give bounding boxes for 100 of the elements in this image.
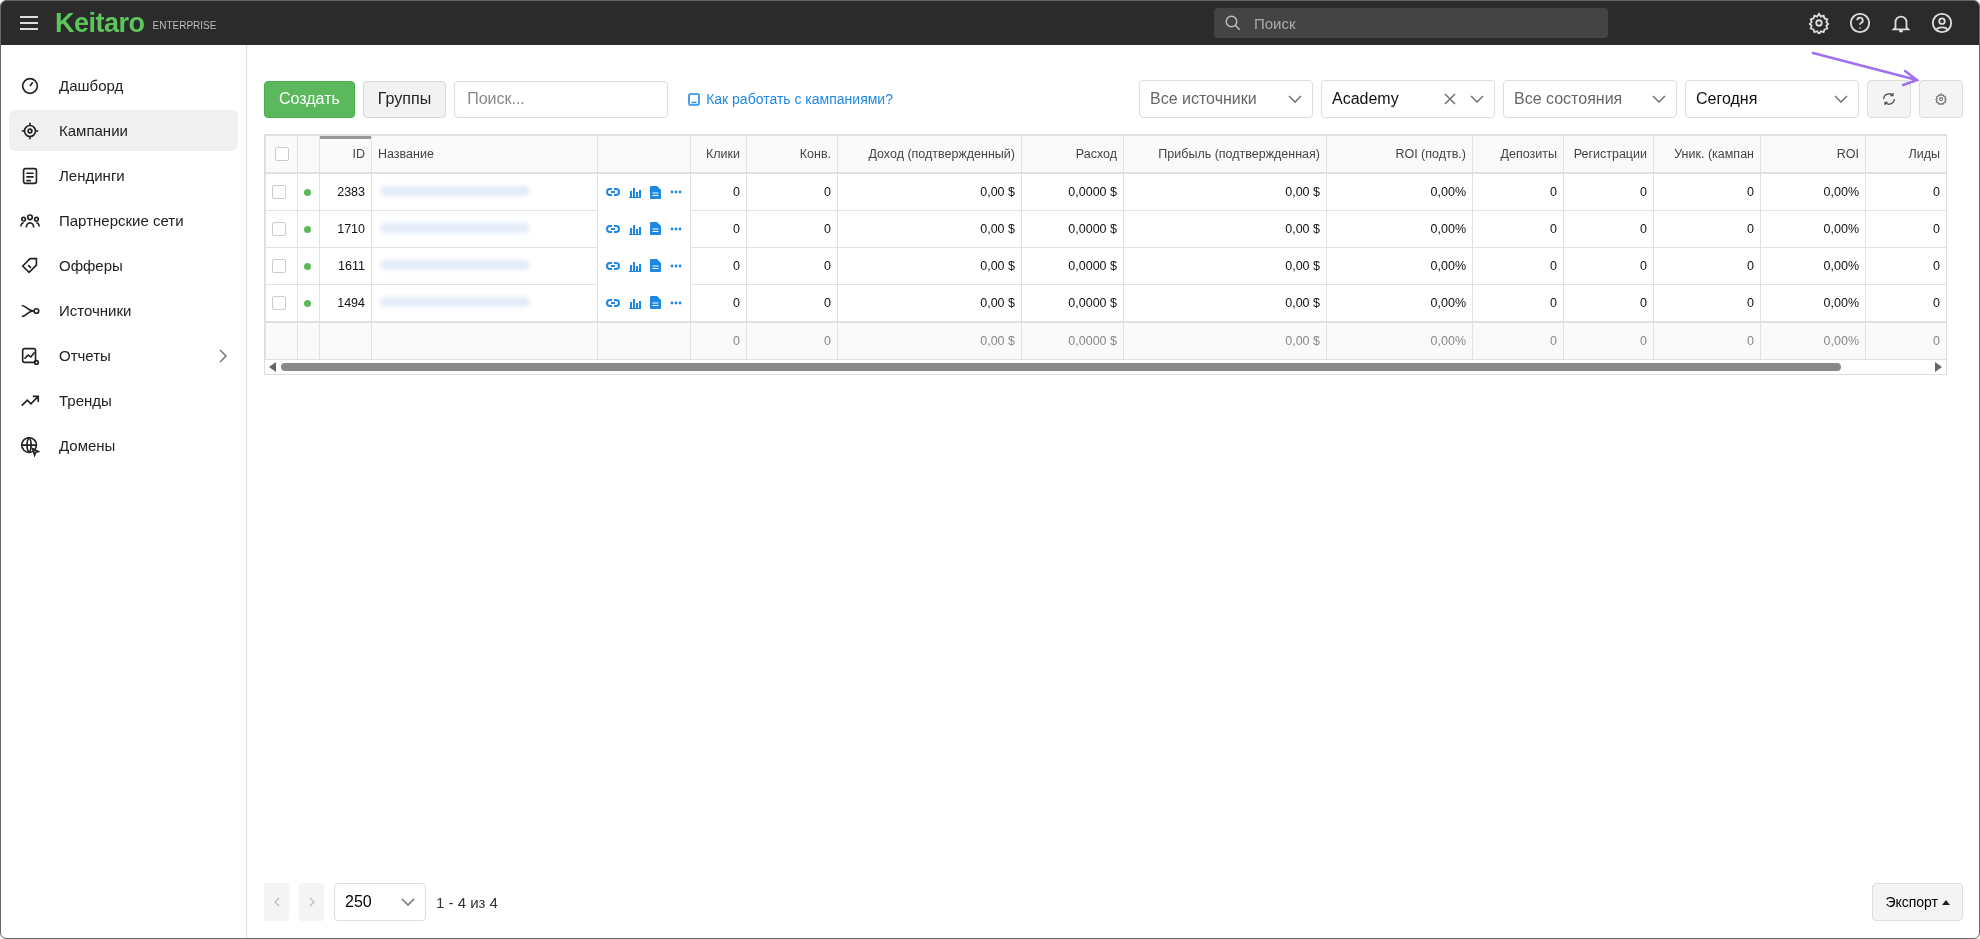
chevron-icon bbox=[218, 348, 228, 363]
table-cell: 0,00 $ bbox=[837, 210, 1022, 248]
filter-dropdown[interactable]: Сегодня bbox=[1685, 80, 1859, 118]
page-size-dropdown[interactable]: 250 bbox=[334, 883, 426, 921]
table-cell: 1710 bbox=[319, 210, 372, 248]
logo[interactable]: Keitaro bbox=[55, 7, 145, 39]
total-cell: 0 bbox=[1865, 322, 1946, 360]
document-icon[interactable] bbox=[650, 222, 661, 235]
table-cell: 0 bbox=[1472, 173, 1564, 211]
table-cell: 0 bbox=[690, 173, 747, 211]
user-icon[interactable] bbox=[1931, 12, 1953, 34]
column-header[interactable]: ID bbox=[352, 147, 365, 161]
column-header[interactable]: Конв. bbox=[799, 147, 831, 161]
nav-item[interactable]: Кампании bbox=[9, 110, 238, 151]
table-cell: 0 bbox=[746, 247, 838, 285]
chevron-icon bbox=[401, 898, 415, 906]
help-link[interactable]: Как работать с кампаниями? bbox=[706, 91, 893, 107]
nav-item[interactable]: Источники bbox=[9, 290, 238, 331]
table-cell: 0 bbox=[690, 210, 747, 248]
column-header[interactable]: Расход bbox=[1075, 147, 1117, 161]
total-cell: 0 bbox=[690, 322, 747, 360]
link-icon[interactable] bbox=[606, 260, 620, 271]
row-checkbox[interactable] bbox=[272, 185, 286, 200]
table-cell: 0,0000 $ bbox=[1021, 247, 1124, 285]
table-cell: 0 bbox=[1653, 210, 1761, 248]
link-icon[interactable] bbox=[606, 223, 620, 234]
table-cell: 0,00% bbox=[1760, 247, 1866, 285]
row-checkbox[interactable] bbox=[272, 296, 286, 311]
nav-item[interactable]: Домены bbox=[9, 425, 238, 466]
scroll-right-icon[interactable] bbox=[1934, 362, 1942, 372]
nav-item[interactable]: Офферы bbox=[9, 245, 238, 286]
table-cell: 0 bbox=[1653, 247, 1761, 285]
table-cell: 0,0000 $ bbox=[1021, 173, 1124, 211]
chevron-right-icon bbox=[308, 897, 315, 907]
filter-dropdown[interactable]: Все состояния bbox=[1503, 80, 1677, 118]
nav-item[interactable]: Отчеты bbox=[9, 335, 238, 376]
nav-item[interactable]: Дашборд bbox=[9, 65, 238, 106]
document-icon[interactable] bbox=[650, 296, 661, 309]
search-field[interactable]: Поиск bbox=[1214, 8, 1608, 38]
groups-button[interactable]: Группы bbox=[362, 80, 447, 118]
column-header[interactable]: Лиды bbox=[1908, 147, 1940, 161]
column-header[interactable]: Название bbox=[378, 147, 434, 161]
table-cell: 0,00 $ bbox=[1123, 247, 1327, 285]
document-icon[interactable] bbox=[650, 259, 661, 272]
settings-icon[interactable] bbox=[1808, 12, 1830, 34]
nav-item[interactable]: Тренды bbox=[9, 380, 238, 421]
table-cell: 0 bbox=[1472, 247, 1564, 285]
column-header[interactable]: ROI (подтв.) bbox=[1395, 147, 1466, 161]
export-button[interactable]: Экспорт bbox=[1872, 883, 1963, 921]
bar-chart-icon[interactable] bbox=[629, 296, 641, 309]
scroll-left-icon[interactable] bbox=[269, 362, 277, 372]
chevron-icon bbox=[1470, 95, 1484, 103]
menu-icon[interactable] bbox=[19, 15, 39, 31]
more-icon[interactable] bbox=[670, 190, 682, 194]
table-cell: 0,00 $ bbox=[837, 173, 1022, 211]
search-field[interactable]: Поиск... bbox=[454, 80, 669, 118]
nav-item[interactable]: Партнерские сети bbox=[9, 200, 238, 241]
help-icon[interactable] bbox=[1849, 12, 1871, 34]
filter-dropdown[interactable]: Academy bbox=[1321, 80, 1495, 118]
caret-icon bbox=[1942, 899, 1950, 905]
table-cell: 0,00 $ bbox=[1123, 173, 1327, 211]
table-cell: 0,0000 $ bbox=[1021, 210, 1124, 248]
table-cell: 0 bbox=[746, 210, 838, 248]
bar-chart-icon[interactable] bbox=[629, 222, 641, 235]
row-checkbox[interactable] bbox=[272, 222, 286, 237]
chevron-icon bbox=[1834, 95, 1848, 103]
bar-chart-icon[interactable] bbox=[629, 186, 641, 198]
table-cell: 0 bbox=[1472, 210, 1564, 248]
bar-chart-icon[interactable] bbox=[629, 259, 641, 272]
link-icon[interactable] bbox=[606, 297, 620, 308]
total-cell: 0,0000 $ bbox=[1021, 322, 1124, 360]
table-cell: 1611 bbox=[319, 247, 372, 285]
gear-icon bbox=[1935, 93, 1947, 105]
table-cell: 0 bbox=[746, 173, 838, 211]
table-cell: 0,00 $ bbox=[837, 247, 1022, 285]
more-icon[interactable] bbox=[670, 300, 682, 305]
total-cell: 0,00 $ bbox=[1123, 322, 1327, 360]
select-all-checkbox[interactable] bbox=[274, 147, 289, 162]
more-icon[interactable] bbox=[670, 263, 682, 268]
clear-icon[interactable] bbox=[1444, 93, 1456, 105]
table-cell: 0 bbox=[1653, 173, 1761, 211]
total-cell: 0,00% bbox=[1760, 322, 1866, 360]
link-icon[interactable] bbox=[606, 187, 620, 197]
refresh-button[interactable] bbox=[1867, 80, 1911, 118]
column-header[interactable]: ROI bbox=[1836, 147, 1859, 161]
nav-item[interactable]: Лендинги bbox=[9, 155, 238, 196]
row-checkbox[interactable] bbox=[272, 259, 286, 274]
globe-icon bbox=[19, 434, 41, 457]
more-icon[interactable] bbox=[670, 226, 682, 231]
total-cell: 0,00 $ bbox=[837, 322, 1022, 360]
document-icon[interactable] bbox=[650, 185, 661, 199]
filter-dropdown[interactable]: Все источники bbox=[1139, 80, 1313, 118]
chevron-icon bbox=[1288, 95, 1302, 103]
book-icon bbox=[688, 92, 701, 106]
total-cell: 0,00% bbox=[1326, 322, 1473, 360]
total-cell: 0 bbox=[1563, 322, 1654, 360]
table-cell: 0 bbox=[1563, 247, 1654, 285]
chevron-icon bbox=[1652, 95, 1666, 103]
settings-button[interactable] bbox=[1919, 80, 1963, 118]
page-range: 1 - 4 из 4 bbox=[436, 893, 498, 911]
